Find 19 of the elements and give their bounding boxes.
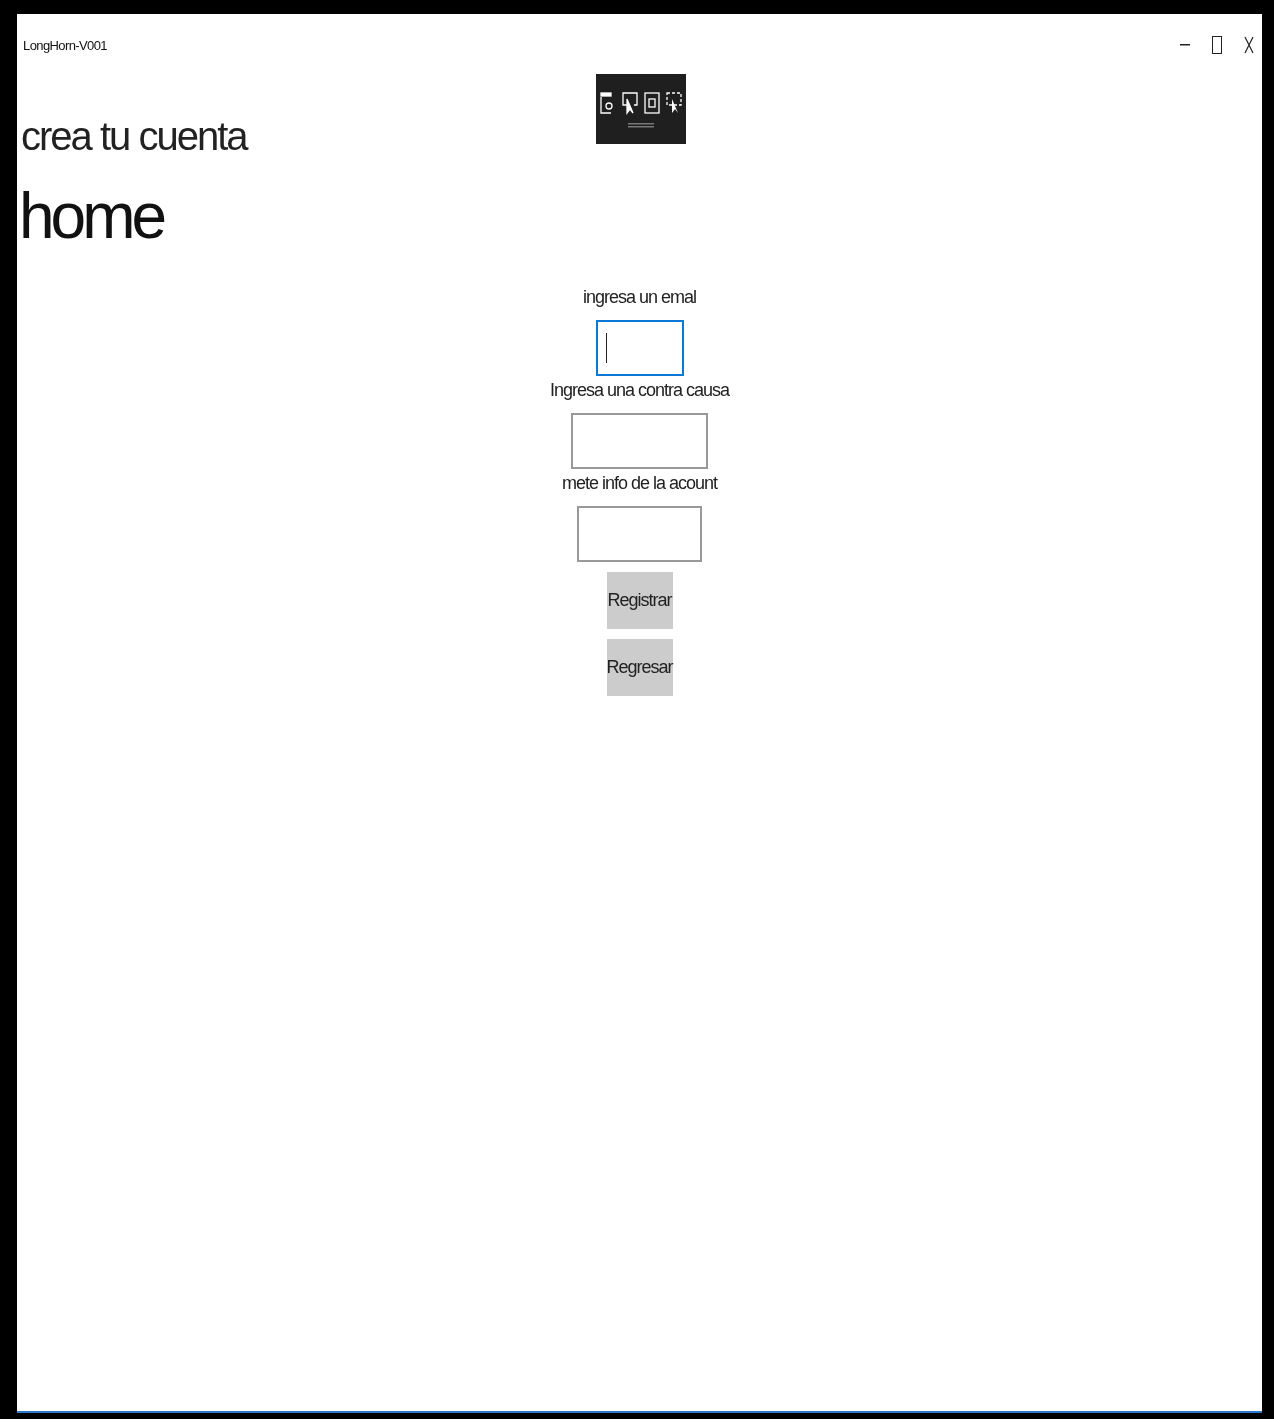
input-field[interactable]: [571, 413, 708, 469]
field-label: ingresa un emal: [582, 287, 697, 308]
input-field[interactable]: [595, 320, 684, 376]
form-button[interactable]: Regresar: [606, 639, 673, 696]
page-title: home: [19, 179, 164, 253]
page-subtitle: crea tu cuenta: [21, 114, 247, 159]
field-label: Ingresa una contra causa: [549, 380, 730, 401]
frame-icon[interactable]: [644, 90, 660, 115]
maximize-icon[interactable]: [1212, 36, 1222, 54]
field-label: mete info de la acount: [561, 473, 718, 494]
cursor-box-icon[interactable]: [622, 90, 638, 115]
close-icon[interactable]: [1244, 36, 1254, 54]
cursor-select-icon[interactable]: [666, 90, 682, 115]
window-title: LongHorn-V001: [23, 37, 107, 53]
form-button[interactable]: Registrar: [606, 572, 673, 629]
text-cursor: [605, 333, 607, 363]
input-field[interactable]: [577, 506, 702, 562]
drag-handle-icon[interactable]: [628, 122, 654, 128]
minimize-icon[interactable]: [1180, 44, 1190, 46]
